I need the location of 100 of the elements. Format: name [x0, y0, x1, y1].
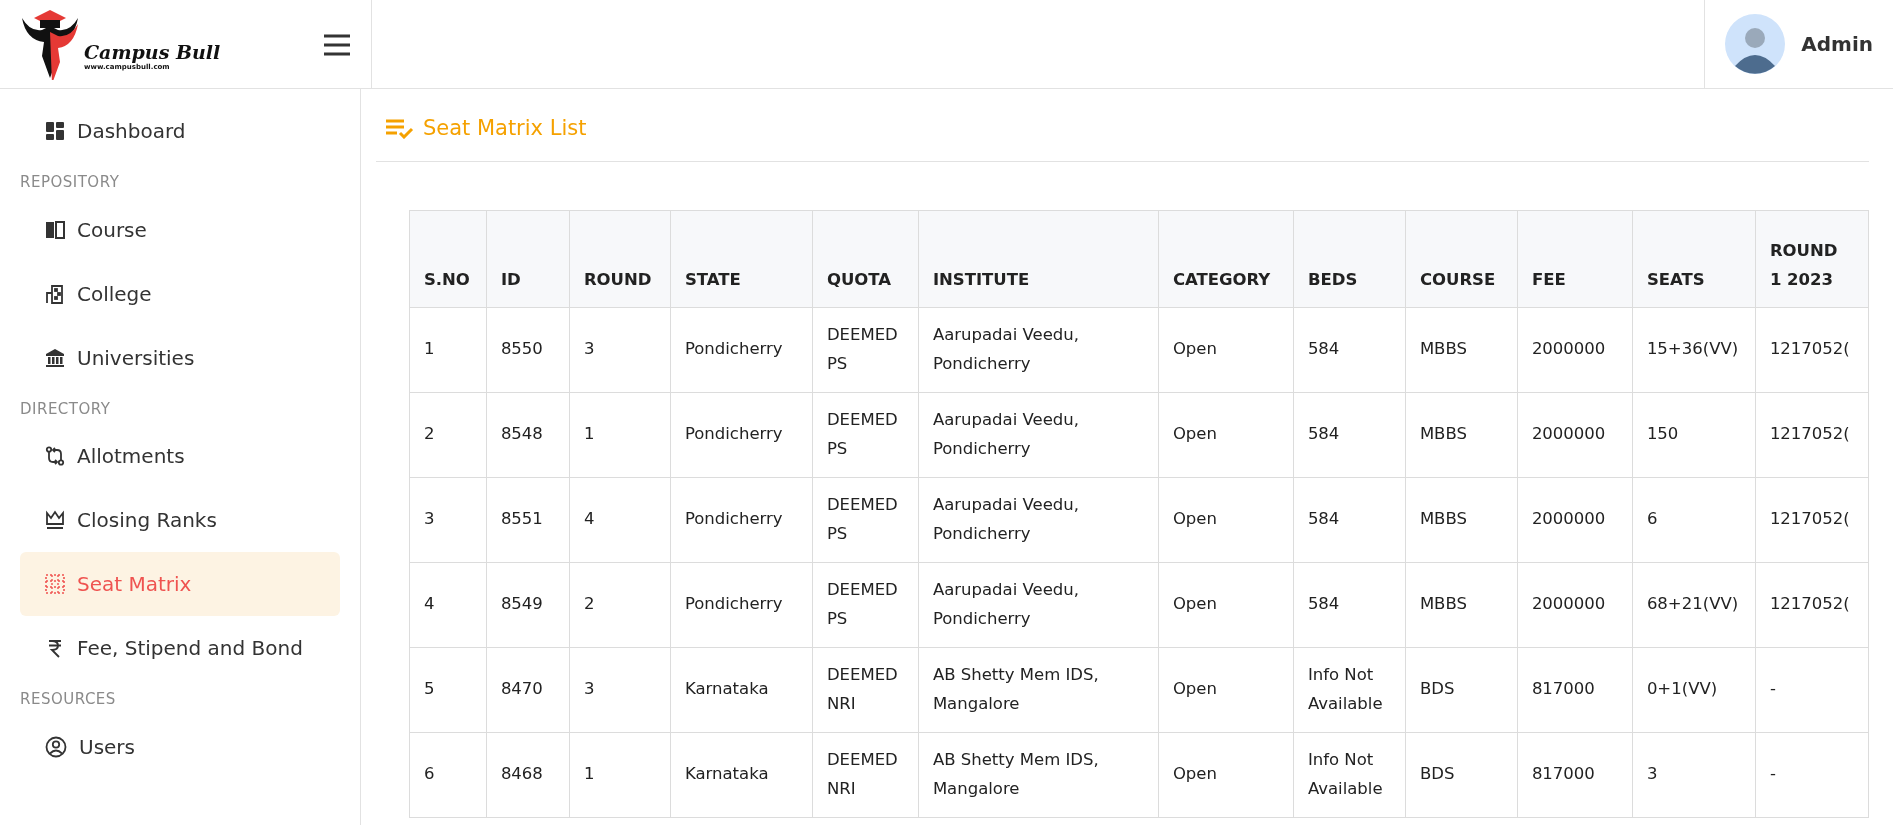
swap-arrows-icon [45, 446, 65, 466]
table-cell: 150 [1632, 392, 1756, 477]
table-cell: Info Not Available [1293, 647, 1406, 732]
table-cell: Pondicherry [670, 307, 813, 392]
table-cell: MBBS [1405, 307, 1518, 392]
table-cell: - [1755, 732, 1869, 817]
sidebar-item[interactable]: Allotments [20, 424, 340, 488]
table-cell: 15+36(VV) [1632, 307, 1756, 392]
table-cell: 6 [1632, 477, 1756, 562]
table-cell: DEEMED PS [812, 562, 919, 647]
table-cell: Karnataka [670, 732, 813, 817]
table-cell: DEEMED NRI [812, 732, 919, 817]
column-header: CATEGORY [1158, 210, 1294, 307]
table-cell: 8470 [486, 647, 570, 732]
avatar[interactable] [1725, 14, 1786, 74]
table-cell: 1 [409, 307, 487, 392]
table-cell: 584 [1293, 392, 1406, 477]
table-cell: 4 [569, 477, 671, 562]
table-cell: 2000000 [1517, 562, 1633, 647]
table-cell: 817000 [1517, 732, 1633, 817]
column-header: COURSE [1405, 210, 1518, 307]
table-cell: Open [1158, 477, 1294, 562]
table-cell: Aarupadai Veedu, Pondicherry [918, 392, 1159, 477]
table-cell: 8550 [486, 307, 570, 392]
table-cell: 5 [409, 647, 487, 732]
table-cell: Aarupadai Veedu, Pondicherry [918, 307, 1159, 392]
table-cell: Info Not Available [1293, 732, 1406, 817]
table-cell: Pondicherry [670, 477, 813, 562]
table-cell: 584 [1293, 562, 1406, 647]
table-cell: 1217052( [1755, 477, 1869, 562]
table-cell: Open [1158, 562, 1294, 647]
table-cell: 8468 [486, 732, 570, 817]
sidebar-item[interactable]: Dashboard [20, 99, 340, 163]
dashboard-icon [45, 121, 65, 141]
book-icon [45, 219, 65, 240]
column-header: SEATS [1632, 210, 1756, 307]
table-cell: Pondicherry [670, 392, 813, 477]
dotted-grid-icon [45, 574, 65, 594]
sidebar-item[interactable]: Closing Ranks [20, 488, 340, 552]
table-cell: 3 [569, 647, 671, 732]
table-cell: MBBS [1405, 477, 1518, 562]
table-cell: 1 [569, 732, 671, 817]
table-cell: 1217052( [1755, 562, 1869, 647]
sidebar-item[interactable]: Users [20, 714, 340, 779]
column-header: INSTITUTE [918, 210, 1159, 307]
column-header: S.NO [409, 210, 487, 307]
table-cell: 0+1(VV) [1632, 647, 1756, 732]
building-icon [45, 283, 65, 304]
bank-icon [45, 347, 65, 368]
bull-logo-icon [20, 8, 80, 80]
table-cell: 584 [1293, 307, 1406, 392]
table-cell: 2000000 [1517, 392, 1633, 477]
table-cell: - [1755, 647, 1869, 732]
menu-button[interactable] [323, 32, 351, 56]
crown-icon [45, 510, 65, 530]
table-cell: 1 [569, 392, 671, 477]
table-cell: 2 [569, 562, 671, 647]
column-header: ROUND 1 2023 [1755, 210, 1869, 307]
table-cell: 584 [1293, 477, 1406, 562]
table-cell: 3 [409, 477, 487, 562]
page-title: Seat Matrix List [422, 115, 587, 142]
table-cell: 817000 [1517, 647, 1633, 732]
section-heading: RESOURCES [20, 689, 117, 710]
table-cell: AB Shetty Mem IDS, Mangalore [918, 647, 1159, 732]
table-cell: 2000000 [1517, 307, 1633, 392]
checklist-icon [384, 118, 415, 139]
table-cell: 8548 [486, 392, 570, 477]
table-cell: BDS [1405, 732, 1518, 817]
user-name: Admin [1801, 31, 1873, 58]
table-cell: 8549 [486, 562, 570, 647]
column-header: FEE [1517, 210, 1633, 307]
table-cell: DEEMED PS [812, 477, 919, 562]
column-header: ROUND [569, 210, 671, 307]
sidebar-item[interactable]: College [20, 261, 340, 326]
table-cell: MBBS [1405, 562, 1518, 647]
table-cell: 68+21(VV) [1632, 562, 1756, 647]
table-cell: AB Shetty Mem IDS, Mangalore [918, 732, 1159, 817]
table-cell: 2 [409, 392, 487, 477]
table-cell: Open [1158, 392, 1294, 477]
table-cell: 1217052( [1755, 307, 1869, 392]
table-cell: MBBS [1405, 392, 1518, 477]
table-cell: 3 [1632, 732, 1756, 817]
table-cell: Aarupadai Veedu, Pondicherry [918, 562, 1159, 647]
sidebar-item[interactable]: Course [20, 197, 340, 262]
table-cell: Open [1158, 307, 1294, 392]
table-cell: BDS [1405, 647, 1518, 732]
section-heading: DIRECTORY [20, 398, 112, 420]
column-header: ID [486, 210, 570, 307]
table-cell: 6 [409, 732, 487, 817]
user-circle-icon [45, 735, 67, 758]
column-header: QUOTA [812, 210, 919, 307]
brand-name: Campus Bull [84, 42, 221, 62]
table-cell: DEEMED PS [812, 392, 919, 477]
table-cell: Open [1158, 647, 1294, 732]
table-cell: Open [1158, 732, 1294, 817]
section-heading: REPOSITORY [20, 172, 121, 193]
sidebar-item[interactable]: Universities [20, 325, 340, 390]
table-cell: 8551 [486, 477, 570, 562]
sidebar-item[interactable]: Fee, Stipend and Bond [20, 616, 340, 680]
table-cell: Pondicherry [670, 562, 813, 647]
